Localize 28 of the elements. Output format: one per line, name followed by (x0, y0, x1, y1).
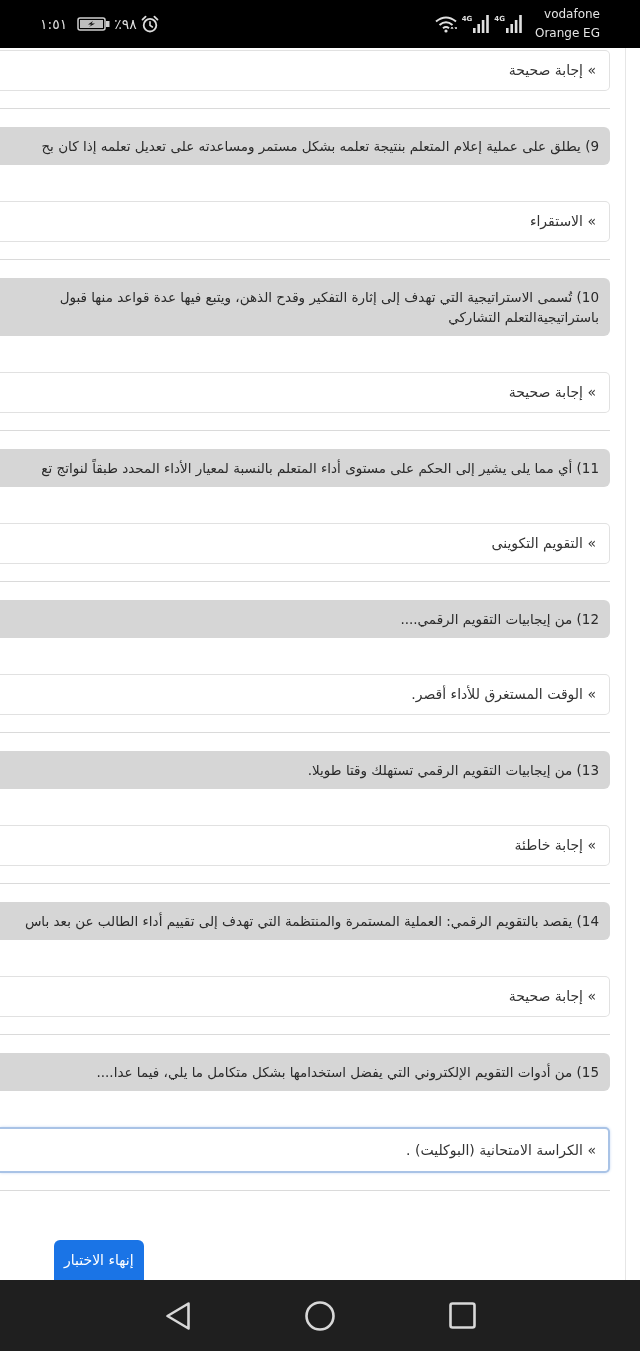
carrier-name: Orange EG (534, 25, 600, 42)
question-prompt: 10) تُسمى الاستراتيجية التي تهدف إلى إثارة التفكير وقدح الذهن، ويتبع فيها عدة قواعد منها قبول باستراتيجيةالتعلم التشاركي (0, 278, 610, 336)
clock-time: ١:٥١ (40, 16, 68, 32)
signal-bars-icon (473, 15, 490, 33)
answer-field[interactable]: » الاستقراء (0, 201, 610, 242)
question-prompt: 9) يطلق على عملية إعلام المتعلم بنتيجة تعلمه بشكل مستمر ومساعدته على تعديل تعلمه إذا كان بح (0, 127, 610, 165)
signal-bars-icon (505, 15, 522, 33)
answer-field[interactable]: » إجابة خاطئة (0, 825, 610, 866)
question-prompt: 13) من إيجابيات التقويم الرقمي تستهلك وقتا طويلا. (0, 751, 610, 789)
battery-icon (77, 17, 111, 31)
answer-field[interactable]: » الكراسة الامتحانية (البوكليت) . (0, 1127, 610, 1173)
back-icon[interactable] (165, 1300, 191, 1331)
answer-field[interactable]: » إجابة صحيحة (0, 50, 610, 91)
wifi-icon (434, 15, 457, 33)
battery-percent: ٪٩٨ (114, 16, 137, 32)
answer-field[interactable]: » الوقت المستغرق للأداء أقصر. (0, 674, 610, 715)
question-prompt: 12) من إيجابيات التقويم الرقمي.... (0, 600, 610, 638)
question-prompt: 11) أي مما يلى يشير إلى الحكم على مستوى أداء المتعلم بالنسبة لمعيار الأداء المحدد طبقاً لنواتج تع (0, 449, 610, 487)
recent-apps-icon[interactable] (448, 1302, 476, 1329)
alarm-clock-icon (140, 15, 159, 33)
carrier-name: vodafone (544, 6, 600, 23)
answer-field[interactable]: » إجابة صحيحة (0, 976, 610, 1017)
question-prompt: 15) من أدوات التقويم الإلكتروني التي يفضل استخدامها بشكل متكامل ما يلي، فيما عدا.... (0, 1053, 610, 1091)
answer-field[interactable]: » إجابة صحيحة (0, 372, 610, 413)
answer-field[interactable]: » التقويم التكوينى (0, 523, 610, 564)
finish-quiz-button[interactable]: إنهاء الاختبار (54, 1240, 144, 1280)
question-prompt: 14) يقصد بالتقويم الرقمي: العملية المستمرة والمنتظمة التي تهدف إلى تقييم أداء الطالب عن بعد باس (0, 902, 610, 940)
home-icon[interactable] (305, 1300, 335, 1331)
